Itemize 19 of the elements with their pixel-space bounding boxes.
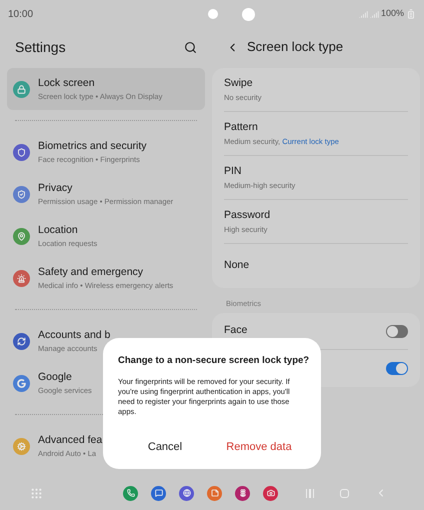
option-title: Password xyxy=(224,208,272,223)
page-title: Screen lock type xyxy=(247,38,344,56)
option-title: None xyxy=(224,258,250,274)
option-title: Swipe xyxy=(224,76,254,91)
page-title: Settings xyxy=(15,38,66,57)
item-title: Lock screen xyxy=(38,76,96,90)
item-title: Privacy xyxy=(38,180,74,196)
item-title: Accounts and b xyxy=(38,328,110,342)
item-title: Safety and emergency xyxy=(38,264,144,280)
option-title: Pattern xyxy=(224,120,259,135)
item-title: Google xyxy=(38,370,73,384)
status-time: 10:00 xyxy=(8,8,34,22)
item-title: Biometrics and security xyxy=(38,138,147,154)
battery-percentage: 100% xyxy=(380,7,404,20)
option-title: Face xyxy=(224,323,248,338)
option-title: PIN xyxy=(224,164,243,179)
item-title: Location xyxy=(38,222,79,238)
item-title: Advanced fea xyxy=(38,432,102,448)
dialog-title: Change to a non-secure screen lock type? xyxy=(118,354,306,368)
